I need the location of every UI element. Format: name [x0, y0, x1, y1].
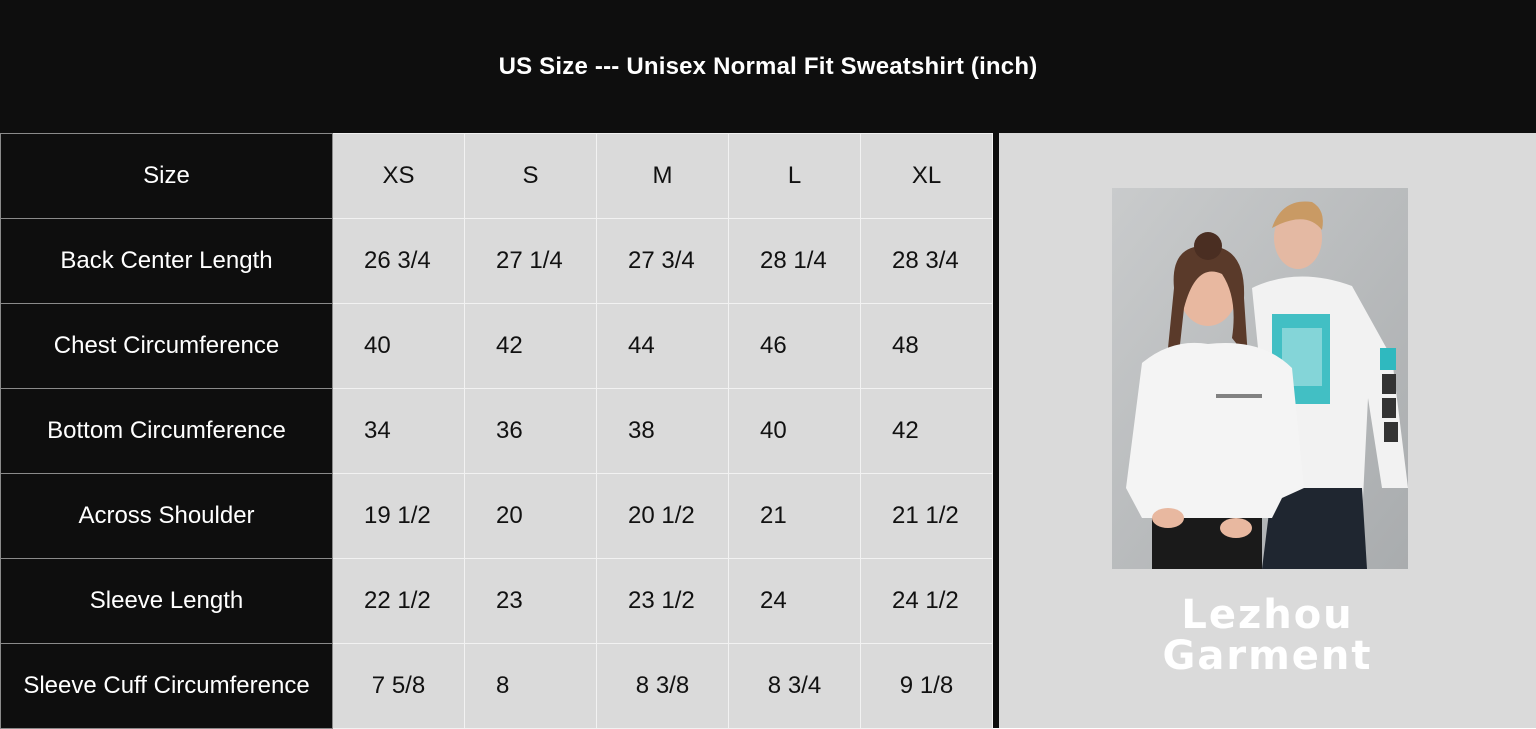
table-cell: 8: [464, 643, 597, 729]
table-cell: 36: [464, 388, 597, 474]
title-bar: US Size --- Unisex Normal Fit Sweatshirt…: [0, 0, 1536, 133]
size-table: Size XS S M L XL Back Center Length 26 3…: [0, 133, 993, 729]
table-row: Sleeve Length 22 1/2 23 23 1/2 24 24 1/2: [0, 558, 993, 644]
table-cell: 24: [728, 558, 861, 644]
row-header: Chest Circumference: [0, 303, 333, 389]
table-cell: 38: [596, 388, 729, 474]
size-header: S: [464, 133, 597, 219]
table-cell: 22 1/2: [332, 558, 465, 644]
table-row: Chest Circumference 40 42 44 46 48: [0, 303, 993, 389]
table-cell: 21: [728, 473, 861, 559]
brand-logo-line2: Garment: [1162, 633, 1373, 679]
table-cell: 19 1/2: [332, 473, 465, 559]
table-cell: 9 1/8: [860, 643, 993, 729]
models-photo-illustration: [1112, 188, 1408, 569]
size-header: M: [596, 133, 729, 219]
row-header: Across Shoulder: [0, 473, 333, 559]
table-cell: 34: [332, 388, 465, 474]
table-cell: 40: [332, 303, 465, 389]
size-header: L: [728, 133, 861, 219]
table-cell: 21 1/2: [860, 473, 993, 559]
table-cell: 8 3/8: [596, 643, 729, 729]
size-header: XS: [332, 133, 465, 219]
models-photo: [1112, 188, 1408, 569]
table-cell: 42: [464, 303, 597, 389]
table-row: Across Shoulder 19 1/2 20 20 1/2 21 21 1…: [0, 473, 993, 559]
row-header: Sleeve Length: [0, 558, 333, 644]
row-header: Bottom Circumference: [0, 388, 333, 474]
table-cell: 42: [860, 388, 993, 474]
table-cell: 46: [728, 303, 861, 389]
table-cell: 48: [860, 303, 993, 389]
table-row: Back Center Length 26 3/4 27 1/4 27 3/4 …: [0, 218, 993, 304]
table-cell: 28 3/4: [860, 218, 993, 304]
chart-title: US Size --- Unisex Normal Fit Sweatshirt…: [498, 52, 1038, 80]
row-header: Back Center Length: [0, 218, 333, 304]
table-cell: 40: [728, 388, 861, 474]
table-row: Bottom Circumference 34 36 38 40 42: [0, 388, 993, 474]
photo-panel: Lezhou Garment: [999, 133, 1536, 728]
table-cell: 23: [464, 558, 597, 644]
table-cell: 8 3/4: [728, 643, 861, 729]
row-header: Size: [0, 133, 333, 219]
row-header: Sleeve Cuff Circumference: [0, 643, 333, 729]
brand-logo: Lezhou Garment: [999, 595, 1536, 677]
table-row: Size XS S M L XL: [0, 133, 993, 219]
table-cell: 44: [596, 303, 729, 389]
table-cell: 27 1/4: [464, 218, 597, 304]
table-row: Sleeve Cuff Circumference 7 5/8 8 8 3/8 …: [0, 643, 993, 729]
size-header: XL: [860, 133, 993, 219]
table-cell: 20: [464, 473, 597, 559]
table-cell: 27 3/4: [596, 218, 729, 304]
table-cell: 20 1/2: [596, 473, 729, 559]
size-chart-page: US Size --- Unisex Normal Fit Sweatshirt…: [0, 0, 1536, 729]
brand-logo-line1: Lezhou: [1181, 592, 1354, 638]
table-cell: 26 3/4: [332, 218, 465, 304]
table-cell: 28 1/4: [728, 218, 861, 304]
table-cell: 7 5/8: [332, 643, 465, 729]
table-cell: 23 1/2: [596, 558, 729, 644]
table-cell: 24 1/2: [860, 558, 993, 644]
